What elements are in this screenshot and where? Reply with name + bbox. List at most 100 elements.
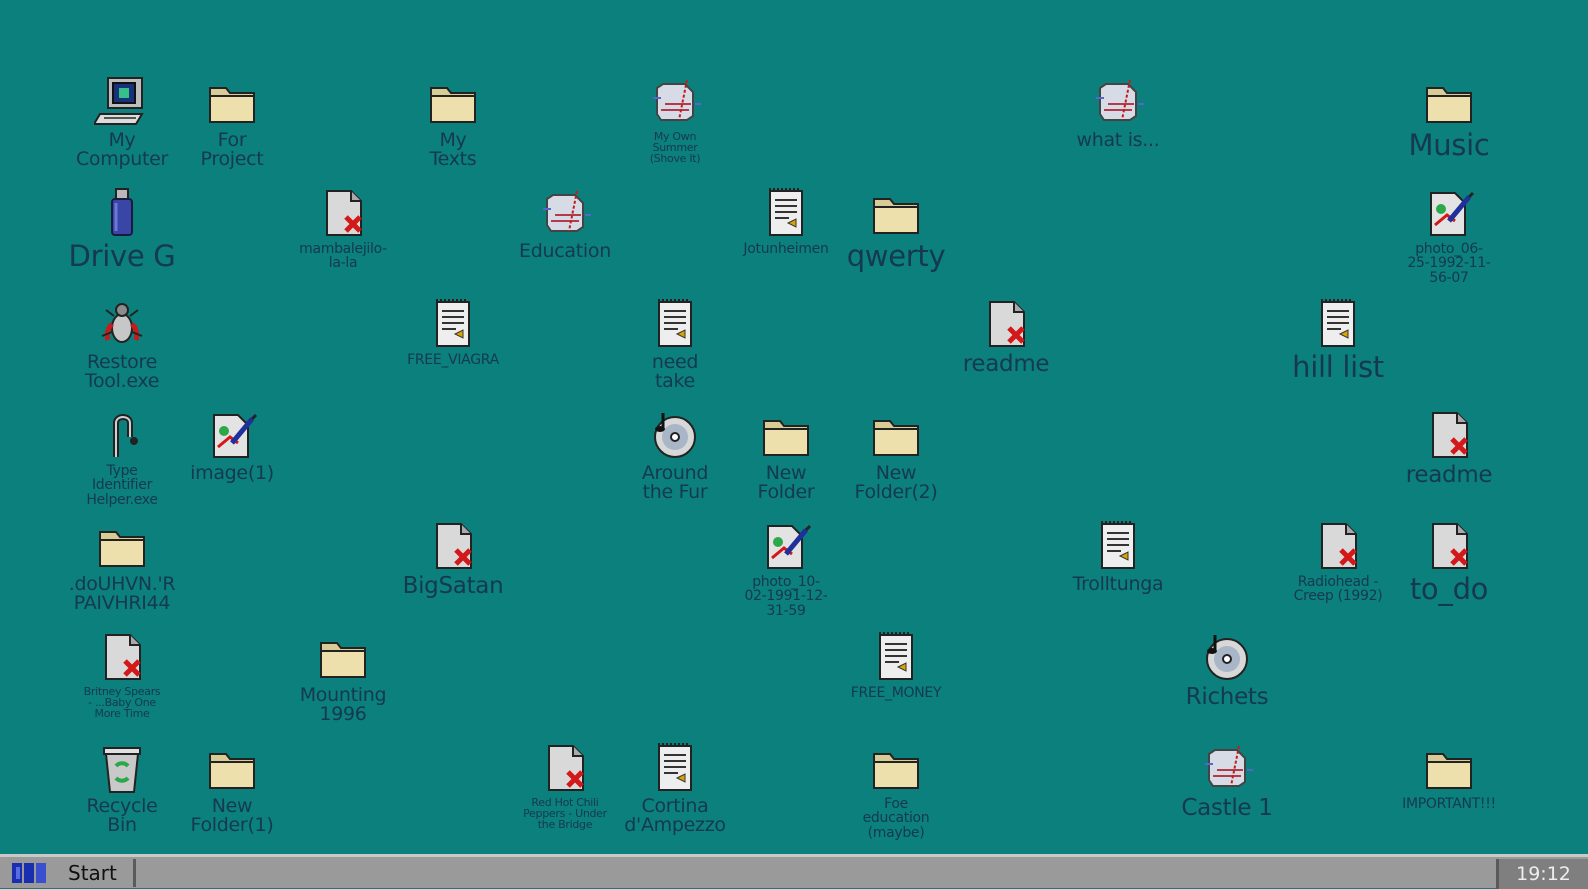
- desktop-icon-label: New Folder(2): [854, 462, 938, 504]
- desktop-icon[interactable]: photo_10- 02-1991-12- 31-59: [731, 517, 841, 618]
- desktop-icon[interactable]: For Project: [177, 73, 287, 170]
- corrupted-file-icon: [1197, 739, 1257, 797]
- image-file-icon: [202, 406, 262, 464]
- desktop-icon[interactable]: Around the Fur: [620, 406, 730, 503]
- desktop-icon-label: Jotunheimen: [743, 241, 829, 257]
- desktop-icon[interactable]: My Texts: [398, 73, 508, 170]
- text-document-icon: [645, 739, 705, 797]
- start-button[interactable]: Start: [6, 859, 136, 887]
- desktop-icon[interactable]: readme: [1394, 406, 1504, 487]
- text-document-icon: [866, 628, 926, 686]
- desktop-icon[interactable]: Recycle Bin: [67, 739, 177, 836]
- desktop-icon[interactable]: Trolltunga: [1063, 517, 1173, 594]
- desktop-icon[interactable]: what is...: [1063, 73, 1173, 150]
- desktop-icon[interactable]: qwerty: [841, 184, 951, 272]
- folder-icon: [756, 406, 816, 464]
- image-file-icon: [756, 517, 816, 575]
- desktop-icon-label: FREE_MONEY: [850, 685, 942, 701]
- desktop-icon-label: FREE_VIAGRA: [407, 352, 499, 368]
- desktop-icon[interactable]: readme: [951, 295, 1061, 376]
- desktop-icon[interactable]: mambalejilo- la-la: [288, 184, 398, 271]
- missing-file-icon: [1419, 406, 1479, 464]
- desktop-icon[interactable]: My Computer: [67, 73, 177, 170]
- desktop-icon[interactable]: Music: [1394, 73, 1504, 161]
- desktop-icon[interactable]: Castle 1: [1172, 739, 1282, 820]
- desktop-icon-label: Britney Spears - ...Baby One More Time: [83, 685, 161, 721]
- taskbar: Start 19:12: [0, 854, 1588, 889]
- desktop-icon[interactable]: Type Identifier Helper.exe: [67, 406, 177, 507]
- desktop-icon[interactable]: Education: [510, 184, 620, 261]
- desktop-icon[interactable]: My Own Summer (Shove It): [620, 73, 730, 165]
- desktop-icon[interactable]: image(1): [177, 406, 287, 483]
- desktop-icon-label: hill list: [1292, 350, 1384, 384]
- missing-file-icon: [1308, 517, 1368, 575]
- desktop-icon[interactable]: Foe education (maybe): [841, 739, 951, 840]
- desktop-icon-label: readme: [1405, 462, 1493, 488]
- desktop-icon[interactable]: New Folder(1): [177, 739, 287, 836]
- desktop-icon[interactable]: need take: [620, 295, 730, 392]
- desktop-icon[interactable]: Britney Spears - ...Baby One More Time: [67, 628, 177, 720]
- folder-icon: [92, 517, 152, 575]
- desktop-icon-label: image(1): [190, 462, 274, 484]
- computer-icon: [92, 73, 152, 131]
- desktop-icon-label: Education: [519, 240, 611, 262]
- corrupted-file-icon: [1088, 73, 1148, 131]
- desktop-icon-label: IMPORTANT!!!: [1402, 796, 1496, 812]
- folder-icon: [866, 739, 926, 797]
- desktop-icon[interactable]: New Folder: [731, 406, 841, 503]
- desktop-icon-label: For Project: [200, 129, 264, 171]
- desktop-icon[interactable]: Richets: [1172, 628, 1282, 709]
- start-logo-icon: [12, 863, 46, 883]
- desktop-icon-label: Type Identifier Helper.exe: [86, 463, 158, 508]
- missing-file-icon: [92, 628, 152, 686]
- folder-icon: [202, 73, 262, 131]
- desktop-icon[interactable]: Cortina d'Ampezzo: [620, 739, 730, 836]
- desktop-icon-label: Around the Fur: [641, 462, 709, 504]
- desktop-icon-label: My Computer: [75, 129, 169, 171]
- folder-icon: [202, 739, 262, 797]
- desktop-icon-label: qwerty: [846, 239, 946, 273]
- folder-icon: [1419, 739, 1479, 797]
- desktop-icon[interactable]: hill list: [1283, 295, 1393, 383]
- folder-icon: [423, 73, 483, 131]
- desktop-icon[interactable]: Radiohead - Creep (1992): [1283, 517, 1393, 604]
- desktop-icon[interactable]: Red Hot Chili Peppers - Under the Bridge: [510, 739, 620, 831]
- desktop-icon[interactable]: FREE_MONEY: [841, 628, 951, 700]
- corrupted-file-icon: [645, 73, 705, 131]
- desktop-icon[interactable]: Drive G: [67, 184, 177, 272]
- missing-file-icon: [423, 517, 483, 575]
- desktop-icon-label: Richets: [1185, 684, 1269, 710]
- text-document-icon: [423, 295, 483, 353]
- text-document-icon: [1088, 517, 1148, 575]
- music-cd-icon: [1197, 628, 1257, 686]
- desktop-icon-label: New Folder: [757, 462, 815, 504]
- desktop-icon[interactable]: to_do: [1394, 517, 1504, 605]
- desktop-icon-label: My Texts: [429, 129, 477, 171]
- usb-drive-icon: [92, 184, 152, 242]
- image-file-icon: [1419, 184, 1479, 242]
- desktop-icon[interactable]: Restore Tool.exe: [67, 295, 177, 392]
- desktop-icon[interactable]: photo_06- 25-1992-11- 56-07: [1394, 184, 1504, 285]
- desktop-icon[interactable]: FREE_VIAGRA: [398, 295, 508, 367]
- desktop-icon-label: BigSatan: [402, 573, 504, 599]
- desktop-icon-label: Mounting 1996: [299, 684, 387, 726]
- missing-file-icon: [535, 739, 595, 797]
- desktop-icon-label: Recycle Bin: [86, 795, 158, 837]
- desktop-icon-label: Drive G: [68, 239, 176, 273]
- desktop-icon-label: to_do: [1409, 572, 1489, 606]
- folder-icon: [866, 406, 926, 464]
- desktop-icon[interactable]: Mounting 1996: [288, 628, 398, 725]
- desktop-icon[interactable]: Jotunheimen: [731, 184, 841, 256]
- desktop-icon-label: Foe education (maybe): [862, 796, 930, 841]
- desktop-icon-label: Radiohead - Creep (1992): [1293, 574, 1383, 605]
- text-document-icon: [645, 295, 705, 353]
- desktop-icon-label: Music: [1408, 128, 1490, 162]
- desktop-icon-label: Trolltunga: [1072, 573, 1164, 595]
- desktop-icon[interactable]: .doUHVN.'R PAIVHRI44: [67, 517, 177, 614]
- desktop-icon[interactable]: New Folder(2): [841, 406, 951, 503]
- folder-icon: [313, 628, 373, 686]
- desktop-icon[interactable]: BigSatan: [398, 517, 508, 598]
- desktop-icon[interactable]: IMPORTANT!!!: [1394, 739, 1504, 811]
- text-document-icon: [1308, 295, 1368, 353]
- hook-icon: [92, 406, 152, 464]
